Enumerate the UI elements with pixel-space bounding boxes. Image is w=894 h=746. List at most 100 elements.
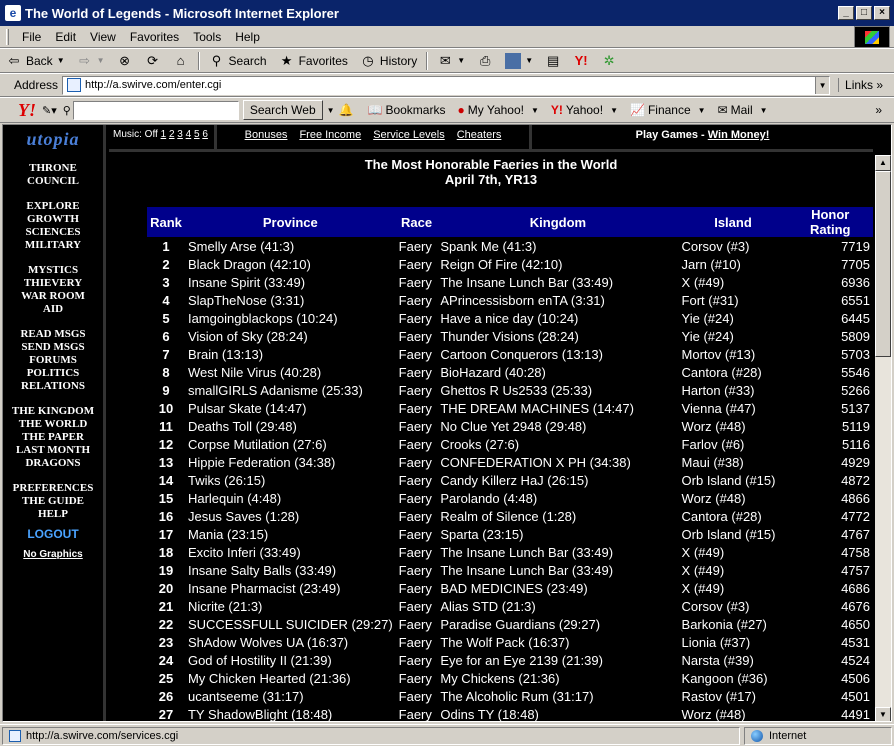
music-track-1[interactable]: 1 xyxy=(161,129,167,140)
search-dropdown-icon[interactable]: ▼ xyxy=(327,106,335,115)
bonuses-link[interactable]: Bonuses xyxy=(245,129,288,149)
music-track-5[interactable]: 5 xyxy=(194,129,200,140)
cell-kingdom: Thunder Visions (28:24) xyxy=(440,328,579,344)
nav-item-mystics[interactable]: MYSTICS xyxy=(3,264,103,277)
nav-item-the-paper[interactable]: THE PAPER xyxy=(3,431,103,444)
mail-yahoo-button[interactable]: ✉ Mail ▼ xyxy=(712,103,774,117)
cell-province: Smelly Arse (41:3) xyxy=(187,238,295,254)
music-track-2[interactable]: 2 xyxy=(169,129,175,140)
bookmarks-button[interactable]: 📖 Bookmarks xyxy=(362,103,452,117)
cell-honor: 4929 xyxy=(841,454,870,470)
yahoo-search-input[interactable] xyxy=(72,100,239,120)
free-income-link[interactable]: Free Income xyxy=(299,129,361,149)
nav-item-the-world[interactable]: THE WORLD xyxy=(3,418,103,431)
nav-item-military[interactable]: MILITARY xyxy=(3,239,103,252)
cell-race: Faery xyxy=(398,526,432,542)
yahoo-y-icon: Y! xyxy=(574,52,588,68)
cheaters-link[interactable]: Cheaters xyxy=(457,129,502,149)
cell-honor: 5266 xyxy=(841,382,870,398)
scroll-down-icon[interactable]: ▼ xyxy=(875,707,891,721)
music-track-4[interactable]: 4 xyxy=(186,129,192,140)
cell-island: Harton (#33) xyxy=(681,382,755,398)
nav-item-throne[interactable]: THRONE xyxy=(3,162,103,175)
nav-item-relations[interactable]: RELATIONS xyxy=(3,380,103,393)
cell-island: Yie (#24) xyxy=(681,310,734,326)
history-button[interactable]: ◷ History xyxy=(354,50,423,72)
alert-icon[interactable]: 🔔 xyxy=(339,103,354,117)
maximize-button[interactable]: □ xyxy=(856,6,872,20)
logout-link[interactable]: LOGOUT xyxy=(3,527,103,541)
cell-honor: 4686 xyxy=(841,580,870,596)
cell-honor: 4772 xyxy=(841,508,870,524)
forward-button[interactable]: ⇨ ▼ xyxy=(71,50,111,72)
nav-item-forums[interactable]: FORUMS xyxy=(3,354,103,367)
cell-province: Twiks (26:15) xyxy=(187,472,266,488)
messenger-button[interactable]: ✲ xyxy=(595,50,623,72)
nav-item-war-room[interactable]: WAR ROOM xyxy=(3,290,103,303)
nav-item-growth[interactable]: GROWTH xyxy=(3,213,103,226)
nav-item-council[interactable]: COUNCIL xyxy=(3,175,103,188)
table-row: 16 Jesus Saves (1:28) Faery Realm of Silenc… xyxy=(147,507,873,525)
minimize-button[interactable]: _ xyxy=(838,6,854,20)
nav-item-send-msgs[interactable]: SEND MSGS xyxy=(3,341,103,354)
links-button[interactable]: Links » xyxy=(838,78,883,92)
utopia-logo[interactable]: utopia xyxy=(3,129,103,150)
vertical-scrollbar[interactable]: ▲ ▼ xyxy=(875,155,891,721)
cell-rank: 14 xyxy=(158,472,174,488)
yahoo-button[interactable]: Y! Yahoo! ▼ xyxy=(545,103,624,117)
nav-item-dragons[interactable]: DRAGONS xyxy=(3,457,103,470)
search-web-button[interactable]: Search Web xyxy=(242,100,323,120)
home-button[interactable]: ⌂ xyxy=(167,50,195,72)
menu-help[interactable]: Help xyxy=(228,30,267,44)
nav-item-the-guide[interactable]: THE GUIDE xyxy=(3,495,103,508)
refresh-button[interactable]: ⟳ xyxy=(139,50,167,72)
stop-button[interactable]: ⊗ xyxy=(111,50,139,72)
nav-item-read-msgs[interactable]: READ MSGS xyxy=(3,328,103,341)
finance-button[interactable]: 📈 Finance ▼ xyxy=(624,103,712,117)
menu-edit[interactable]: Edit xyxy=(48,30,83,44)
scroll-up-icon[interactable]: ▲ xyxy=(875,155,891,171)
yahoo-logo[interactable]: Y! xyxy=(18,100,36,121)
nav-item-politics[interactable]: POLITICS xyxy=(3,367,103,380)
win-money-link[interactable]: Win Money! xyxy=(708,129,770,141)
close-button[interactable]: × xyxy=(874,6,890,20)
menu-tools[interactable]: Tools xyxy=(186,30,228,44)
yahoo-toolbar-button[interactable]: Y! xyxy=(567,50,595,72)
discuss-button[interactable]: ▤ xyxy=(539,50,567,72)
no-graphics-link[interactable]: No Graphics xyxy=(3,549,103,560)
nav-item-the-kingdom[interactable]: THE KINGDOM xyxy=(3,405,103,418)
nav-item-preferences[interactable]: PREFERENCES xyxy=(3,482,103,495)
my-yahoo-button[interactable]: ● My Yahoo! ▼ xyxy=(451,103,544,117)
cell-island: Worz (#48) xyxy=(681,490,746,506)
menu-view[interactable]: View xyxy=(83,30,123,44)
favorites-button[interactable]: ★ Favorites xyxy=(273,50,354,72)
cell-kingdom: Spank Me (41:3) xyxy=(440,238,537,254)
back-button[interactable]: ⇦ Back ▼ xyxy=(0,50,71,72)
music-track-3[interactable]: 3 xyxy=(177,129,183,140)
address-input[interactable]: http://a.swirve.com/enter.cgi ▼ xyxy=(62,75,831,95)
music-track-6[interactable]: 6 xyxy=(202,129,208,140)
pencil-icon[interactable]: ✎▾ xyxy=(42,104,57,117)
scroll-thumb[interactable] xyxy=(875,171,891,357)
mail-button[interactable]: ✉ ▼ xyxy=(431,50,471,72)
cell-island: Fort (#31) xyxy=(681,292,739,308)
print-button[interactable]: ⎙ xyxy=(471,50,499,72)
menu-favorites[interactable]: Favorites xyxy=(123,30,186,44)
toolbar-chevron-icon[interactable]: » xyxy=(875,103,882,117)
nav-item-thievery[interactable]: THIEVERY xyxy=(3,277,103,290)
cell-island: Yie (#24) xyxy=(681,328,734,344)
nav-item-sciences[interactable]: SCIENCES xyxy=(3,226,103,239)
nav-item-last-month[interactable]: LAST MONTH xyxy=(3,444,103,457)
nav-item-explore[interactable]: EXPLORE xyxy=(3,200,103,213)
page-title: The Most Honorable Faeries in the World xyxy=(364,157,618,172)
service-levels-link[interactable]: Service Levels xyxy=(373,129,445,149)
address-dropdown-icon[interactable]: ▼ xyxy=(815,76,830,94)
cell-honor: 4650 xyxy=(841,616,870,632)
nav-item-aid[interactable]: AID xyxy=(3,303,103,316)
menu-file[interactable]: File xyxy=(15,30,48,44)
search-button[interactable]: ⚲ Search xyxy=(203,50,273,72)
cell-province: ucantseeme (31:17) xyxy=(187,688,304,704)
ie-icon: e xyxy=(5,5,21,21)
nav-item-help[interactable]: HELP xyxy=(3,508,103,521)
edit-button[interactable]: ▼ xyxy=(499,50,539,72)
